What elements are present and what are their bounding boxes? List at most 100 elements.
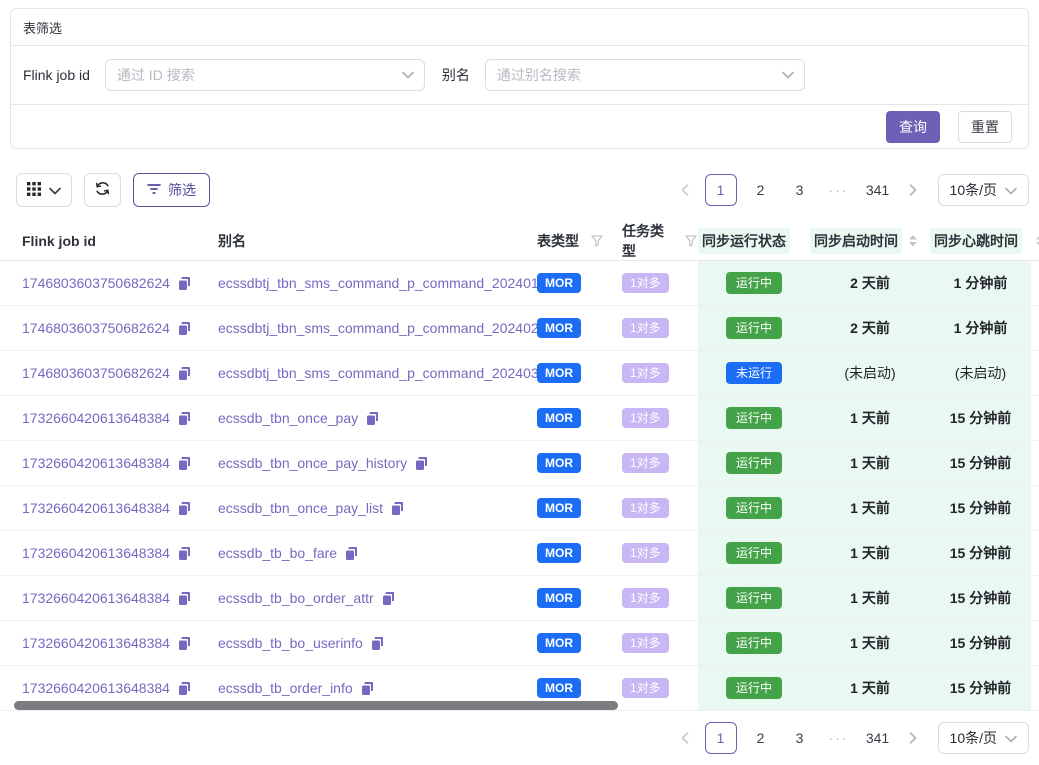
page-3-button[interactable]: 3	[785, 175, 815, 205]
copy-icon[interactable]	[177, 636, 191, 651]
header-sync-heartbeat-time[interactable]: 同步心跳时间	[930, 228, 1031, 254]
filter-card-body: Flink job id 通过 ID 搜索 别名 通过别名搜索	[11, 46, 1028, 104]
page-last-button[interactable]: 341	[863, 175, 893, 205]
page-last-button[interactable]: 341	[863, 723, 893, 753]
sync-status-cell: 运行中	[698, 542, 810, 564]
job-id-link[interactable]: 1732660420613648384	[22, 590, 170, 606]
task-type-badge: 1对多	[622, 408, 669, 428]
job-id-cell: 1732660420613648384	[0, 410, 218, 426]
alias-link[interactable]: ecssdbtj_tbn_sms_command_p_command_20240…	[218, 275, 539, 291]
header-sync-start-time[interactable]: 同步启动时间	[810, 228, 930, 254]
alias-link[interactable]: ecssdbtj_tbn_sms_command_p_command_20240…	[218, 320, 539, 336]
copy-icon[interactable]	[177, 276, 191, 291]
page-1-button[interactable]: 1	[705, 174, 737, 206]
page-2-button[interactable]: 2	[746, 723, 776, 753]
page-ellipsis[interactable]: ···	[824, 723, 854, 753]
job-id-cell: 1732660420613648384	[0, 455, 218, 471]
sync-status-cell: 运行中	[698, 272, 810, 294]
alias-link[interactable]: ecssdb_tb_bo_fare	[218, 545, 337, 561]
job-id-link[interactable]: 1732660420613648384	[22, 635, 170, 651]
copy-icon[interactable]	[365, 411, 379, 426]
alias-link[interactable]: ecssdb_tb_order_info	[218, 680, 353, 696]
task-type-badge: 1对多	[622, 498, 669, 518]
page-ellipsis[interactable]: ···	[824, 175, 854, 205]
copy-icon[interactable]	[177, 591, 191, 606]
sync-start-time-cell: 1 天前	[810, 543, 930, 563]
flink-job-id-select[interactable]: 通过 ID 搜索	[105, 59, 425, 91]
status-badge: 运行中	[726, 497, 782, 519]
job-id-link[interactable]: 1732660420613648384	[22, 500, 170, 516]
alias-cell: ecssdb_tbn_once_pay	[218, 410, 537, 426]
alias-link[interactable]: ecssdb_tb_bo_order_attr	[218, 590, 374, 606]
alias-label: 别名	[442, 65, 470, 85]
task-type-badge: 1对多	[622, 633, 669, 653]
alias-link[interactable]: ecssdb_tbn_once_pay_list	[218, 500, 383, 516]
copy-icon[interactable]	[344, 546, 358, 561]
table-type-cell: MOR	[537, 273, 622, 293]
table-type-badge: MOR	[537, 633, 581, 653]
task-type-cell: 1对多	[622, 633, 698, 653]
sync-start-time-cell: 1 天前	[810, 678, 930, 698]
refresh-button[interactable]	[84, 173, 121, 207]
table-type-badge: MOR	[537, 453, 581, 473]
sync-heartbeat-time-cell: 1 分钟前	[930, 318, 1031, 338]
copy-icon[interactable]	[390, 501, 404, 516]
sync-jobs-table: Flink job id 别名 表类型 任务类型 同步运行状态 同步启动时间	[0, 222, 1039, 711]
table-toolbar: 筛选 1 2 3 ··· 341 10条/页	[16, 172, 1029, 208]
copy-icon[interactable]	[177, 411, 191, 426]
copy-icon[interactable]	[381, 591, 395, 606]
job-id-cell: 1746803603750682624	[0, 365, 218, 381]
query-button[interactable]: 查询	[886, 111, 940, 143]
job-id-link[interactable]: 1746803603750682624	[22, 365, 170, 381]
copy-icon[interactable]	[177, 501, 191, 516]
page-2-button[interactable]: 2	[746, 175, 776, 205]
alias-cell: ecssdbtj_tbn_sms_command_p_command_20240…	[218, 275, 537, 291]
job-id-link[interactable]: 1746803603750682624	[22, 275, 170, 291]
table-type-badge: MOR	[537, 588, 581, 608]
filter-funnel-icon[interactable]	[591, 235, 604, 247]
copy-icon[interactable]	[177, 366, 191, 381]
job-id-link[interactable]: 1732660420613648384	[22, 410, 170, 426]
copy-icon[interactable]	[177, 681, 191, 696]
alias-link[interactable]: ecssdbtj_tbn_sms_command_p_command_20240…	[218, 365, 539, 381]
job-id-link[interactable]: 1732660420613648384	[22, 680, 170, 696]
page-size-select[interactable]: 10条/页	[938, 174, 1029, 206]
sorter-icon[interactable]	[909, 235, 917, 247]
next-page-icon[interactable]	[902, 723, 924, 753]
page-1-button[interactable]: 1	[705, 722, 737, 754]
copy-icon[interactable]	[177, 546, 191, 561]
prev-page-icon[interactable]	[674, 723, 696, 753]
header-sync-status: 同步运行状态	[698, 228, 810, 254]
copy-icon[interactable]	[177, 456, 191, 471]
task-type-cell: 1对多	[622, 453, 698, 473]
task-type-badge: 1对多	[622, 318, 669, 338]
alias-cell: ecssdb_tb_order_info	[218, 680, 537, 696]
copy-icon[interactable]	[370, 636, 384, 651]
status-badge: 未运行	[726, 362, 782, 384]
flink-job-id-label: Flink job id	[23, 67, 90, 83]
alias-select[interactable]: 通过别名搜索	[485, 59, 805, 91]
page-size-select[interactable]: 10条/页	[938, 722, 1029, 754]
prev-page-icon[interactable]	[674, 175, 696, 205]
job-id-link[interactable]: 1732660420613648384	[22, 545, 170, 561]
column-settings-button[interactable]	[16, 173, 72, 207]
copy-icon[interactable]	[414, 456, 428, 471]
copy-icon[interactable]	[177, 321, 191, 336]
filter-funnel-icon[interactable]	[685, 235, 698, 247]
alias-link[interactable]: ecssdb_tbn_once_pay_history	[218, 455, 407, 471]
job-id-link[interactable]: 1746803603750682624	[22, 320, 170, 336]
page-3-button[interactable]: 3	[785, 723, 815, 753]
alias-link[interactable]: ecssdb_tb_bo_userinfo	[218, 635, 363, 651]
job-id-link[interactable]: 1732660420613648384	[22, 455, 170, 471]
status-badge: 运行中	[726, 542, 782, 564]
reset-button[interactable]: 重置	[958, 111, 1012, 143]
table-type-badge: MOR	[537, 318, 581, 338]
table-type-badge: MOR	[537, 678, 581, 698]
chevron-down-icon	[49, 182, 61, 198]
horizontal-scrollbar[interactable]	[14, 701, 618, 710]
next-page-icon[interactable]	[902, 175, 924, 205]
alias-link[interactable]: ecssdb_tbn_once_pay	[218, 410, 358, 426]
copy-icon[interactable]	[360, 681, 374, 696]
filter-button[interactable]: 筛选	[133, 173, 210, 207]
table-type-cell: MOR	[537, 543, 622, 563]
